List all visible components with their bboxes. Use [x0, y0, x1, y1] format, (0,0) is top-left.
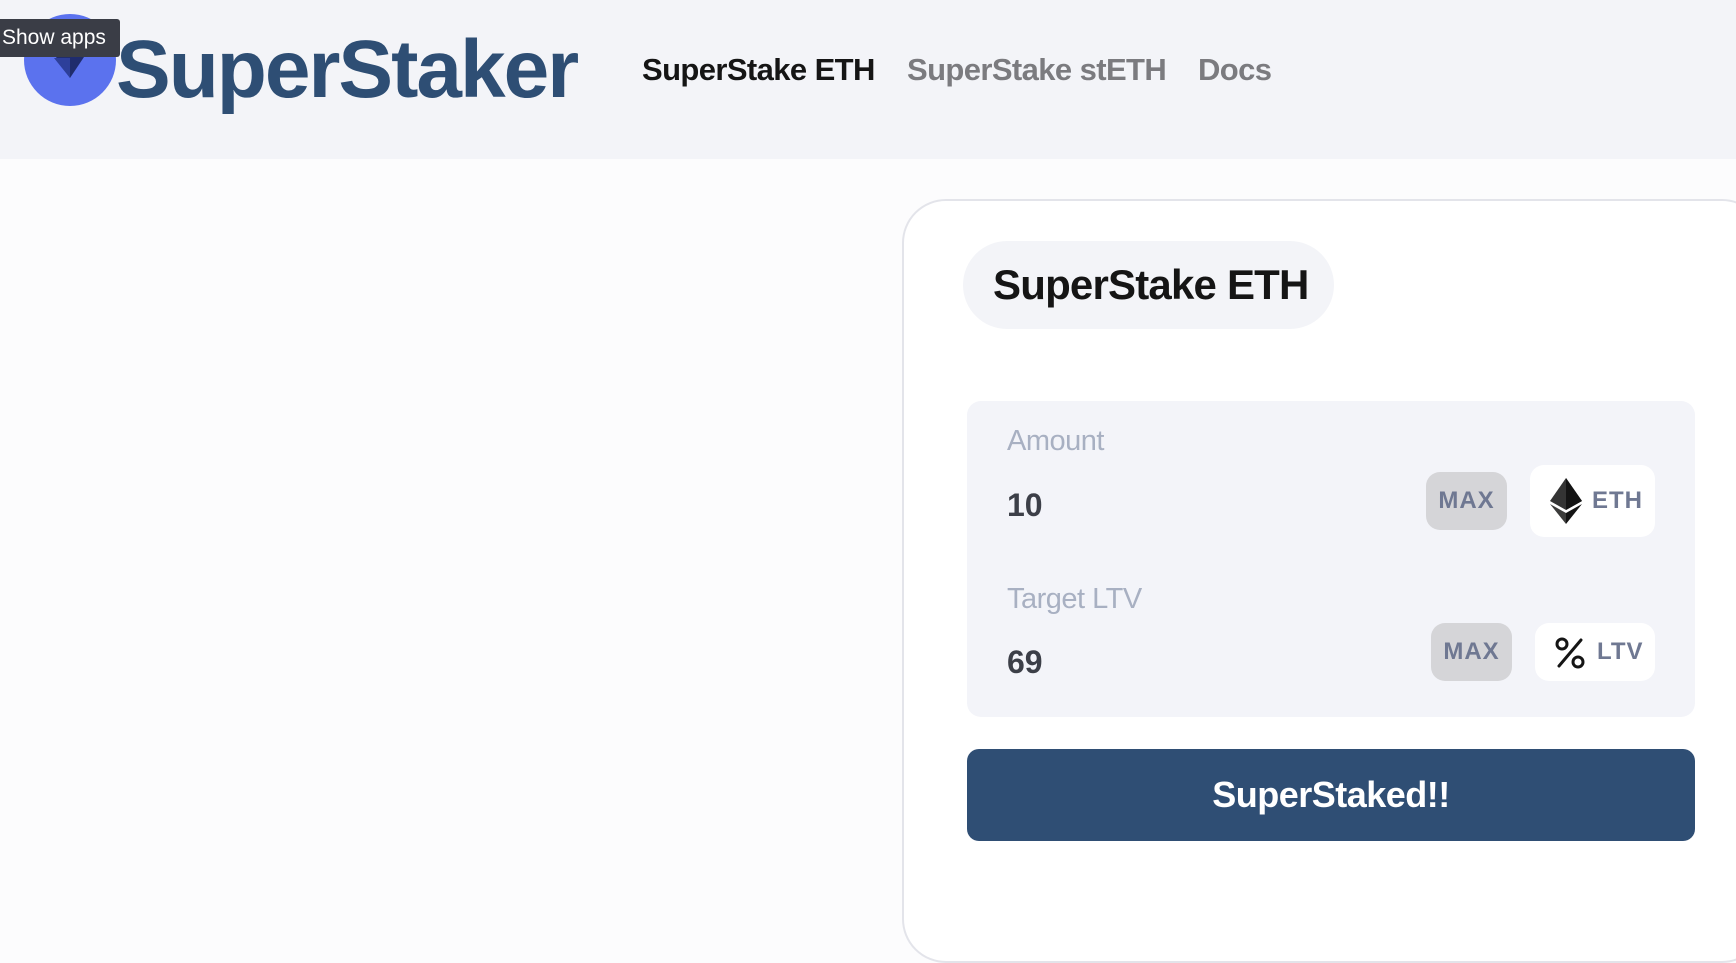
eth-token-selector[interactable]: ETH [1530, 465, 1655, 537]
submit-label: SuperStaked!! [1212, 774, 1450, 815]
brand-title[interactable]: SuperStaker [116, 20, 579, 120]
nav-superstake-steth[interactable]: SuperStake stETH [907, 50, 1167, 90]
ltv-unit-label: LTV [1597, 638, 1644, 665]
amount-label: Amount [1007, 425, 1104, 457]
card-title: SuperStake ETH [993, 261, 1309, 308]
nav-superstake-eth[interactable]: SuperStake ETH [642, 50, 875, 90]
top-header: SuperStaker Show apps SuperStake ETH Sup… [0, 0, 1736, 159]
ltv-unit-selector[interactable]: LTV [1535, 623, 1655, 681]
superstake-submit-button[interactable]: SuperStaked!! [967, 749, 1695, 841]
nav-docs[interactable]: Docs [1198, 50, 1272, 90]
amount-input[interactable] [1007, 486, 1307, 524]
ethereum-icon [1550, 478, 1582, 524]
target-ltv-input[interactable] [1007, 643, 1307, 681]
target-ltv-label: Target LTV [1007, 583, 1142, 615]
card-title-pill: SuperStake ETH [963, 241, 1334, 329]
percent-icon [1555, 637, 1585, 669]
ltv-max-button[interactable]: MAX [1431, 623, 1512, 681]
eth-unit-label: ETH [1592, 487, 1643, 514]
show-apps-tooltip: Show apps [0, 19, 120, 57]
amount-max-button[interactable]: MAX [1426, 472, 1507, 530]
